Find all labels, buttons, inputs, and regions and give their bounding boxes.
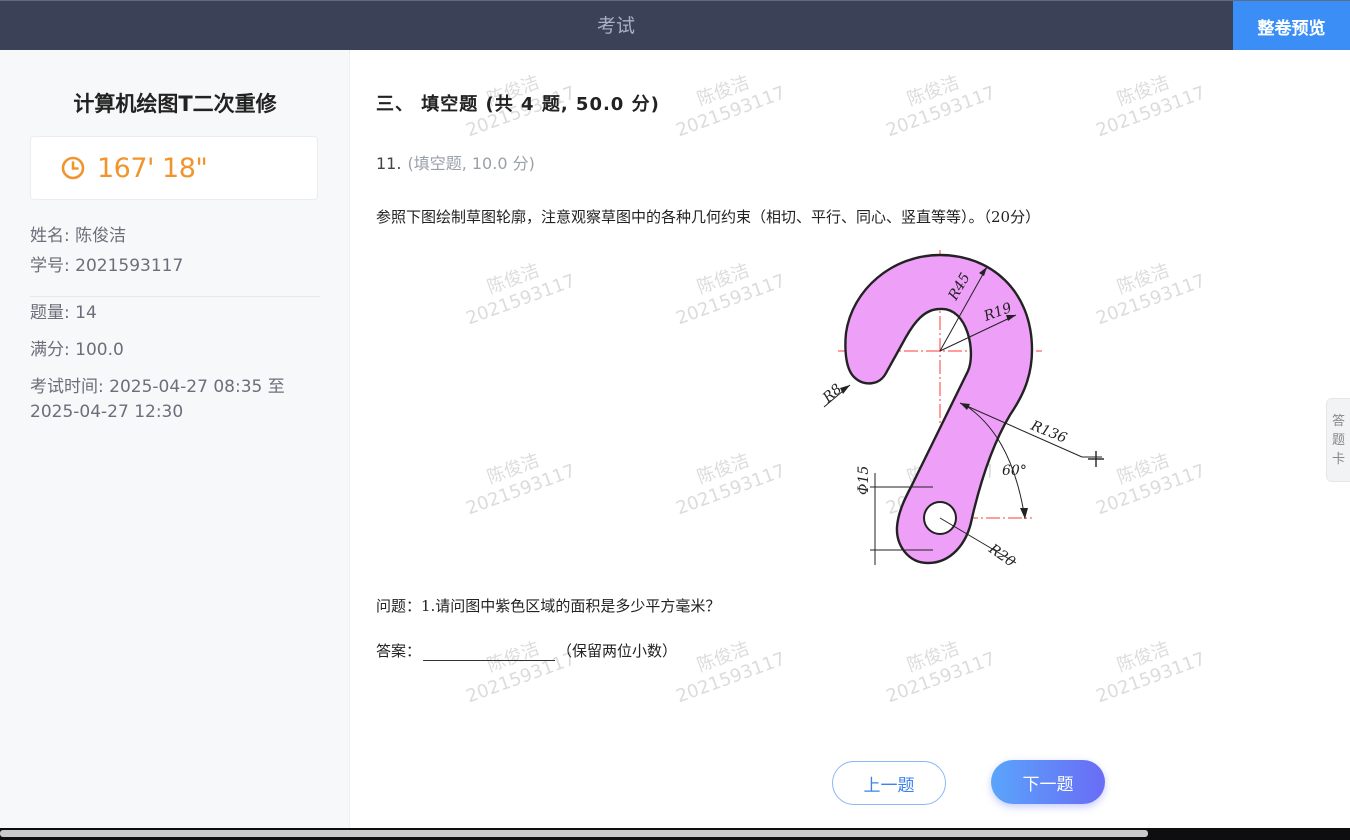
time-separator: 至 bbox=[267, 377, 285, 397]
watermark-id: 2021593117 bbox=[1093, 648, 1209, 708]
answer-prefix: 答案： bbox=[376, 642, 422, 660]
dim-r20: R20 bbox=[985, 541, 1018, 571]
answer-card-char: 题 bbox=[1331, 432, 1345, 448]
next-question-button[interactable]: 下一题 bbox=[991, 760, 1105, 804]
watermark: 陈俊洁2021593117 bbox=[666, 62, 789, 143]
watermark: 陈俊洁2021593117 bbox=[666, 250, 789, 331]
watermark-id: 2021593117 bbox=[463, 460, 579, 520]
full-score-row: 满分: 100.0 bbox=[30, 338, 320, 363]
full-score: 100.0 bbox=[75, 340, 124, 360]
exam-end-time: 2025-04-27 12:30 bbox=[30, 402, 184, 422]
course-title: 计算机绘图T二次重修 bbox=[73, 92, 277, 116]
watermark-name: 陈俊洁 bbox=[484, 450, 543, 489]
watermark-id: 2021593117 bbox=[463, 270, 579, 330]
previous-question-button[interactable]: 上一题 bbox=[832, 761, 946, 805]
watermark-id: 2021593117 bbox=[673, 270, 789, 330]
score-label: 满分: bbox=[30, 340, 70, 360]
watermark: 陈俊洁2021593117 bbox=[456, 440, 579, 521]
watermark-name: 陈俊洁 bbox=[484, 260, 543, 299]
question-meta: (填空题, 10.0 分) bbox=[407, 154, 535, 173]
clock-icon bbox=[61, 156, 85, 180]
answer-blank[interactable] bbox=[423, 642, 556, 661]
watermark-name: 陈俊洁 bbox=[904, 72, 963, 111]
horizontal-scrollbar[interactable] bbox=[0, 828, 1350, 840]
watermark-id: 2021593117 bbox=[883, 648, 999, 708]
student-id: 2021593117 bbox=[75, 256, 184, 276]
scrollbar-thumb[interactable] bbox=[0, 830, 1148, 837]
watermark-name: 陈俊洁 bbox=[694, 260, 753, 299]
timer-box: 167' 18" bbox=[30, 136, 318, 200]
student-name-row: 姓名: 陈俊洁 bbox=[30, 224, 320, 249]
watermark-id: 2021593117 bbox=[883, 82, 999, 142]
sidebar: 计算机绘图T二次重修 167' 18" 姓名: 陈俊洁 学号: 20215931… bbox=[0, 50, 350, 828]
answer-row: 答案： （保留两位小数） bbox=[376, 640, 677, 661]
question-panel: 陈俊洁 2021593117 陈俊洁 2021593117 陈俊洁 2021593117 陈… bbox=[350, 50, 1350, 828]
exam-time-row: 考试时间: 2025-04-27 08:35 至 2025-04-27 12:3… bbox=[30, 375, 320, 425]
question-header: 11. (填空题, 10.0 分) bbox=[376, 150, 535, 174]
exam-start-time: 2025-04-27 08:35 bbox=[109, 377, 263, 397]
question-number: 11. bbox=[376, 154, 402, 173]
dim-angle: 60° bbox=[1002, 463, 1027, 479]
id-label: 学号: bbox=[30, 256, 70, 276]
question-count-row: 题量: 14 bbox=[30, 301, 320, 326]
watermark: 陈俊洁2021593117 bbox=[876, 62, 999, 143]
page-title: 考试 bbox=[596, 15, 635, 37]
watermark-name: 陈俊洁 bbox=[1114, 638, 1173, 677]
watermark: 陈俊洁2021593117 bbox=[666, 628, 789, 709]
watermark-name: 陈俊洁 bbox=[694, 638, 753, 677]
watermark-id: 2021593117 bbox=[673, 460, 789, 520]
watermark-name: 陈俊洁 bbox=[694, 72, 753, 111]
section-title: 三、 填空题 (共 4 题, 50.0 分) bbox=[376, 94, 660, 115]
dim-r8: R8 bbox=[820, 381, 845, 407]
answer-card-char: 卡 bbox=[1331, 451, 1345, 467]
full-paper-preview-button[interactable]: 整卷预览 bbox=[1233, 1, 1350, 51]
watermark: 陈俊洁2021593117 bbox=[876, 628, 999, 709]
watermark-name: 陈俊洁 bbox=[1114, 72, 1173, 111]
name-label: 姓名: bbox=[30, 226, 70, 246]
answer-card-tab[interactable]: 答 题 卡 bbox=[1326, 398, 1350, 482]
dim-diameter: Φ15 bbox=[856, 466, 872, 495]
student-id-row: 学号: 2021593117 bbox=[30, 254, 320, 279]
student-name: 陈俊洁 bbox=[75, 226, 127, 246]
watermark-id: 2021593117 bbox=[673, 648, 789, 708]
watermark: 陈俊洁2021593117 bbox=[666, 440, 789, 521]
count-label: 题量: bbox=[30, 303, 70, 323]
time-label: 考试时间: bbox=[30, 377, 104, 397]
watermark-name: 陈俊洁 bbox=[694, 450, 753, 489]
top-bar: 考试 整卷预览 bbox=[0, 0, 1350, 51]
question-ask: 问题：1.请问图中紫色区域的面积是多少平方毫米？ bbox=[376, 597, 721, 615]
question-text: 参照下图绘制草图轮廓，注意观察草图中的各种几何约束（相切、平行、同心、竖直等等）… bbox=[376, 208, 1041, 226]
divider bbox=[30, 296, 320, 297]
watermark-name: 陈俊洁 bbox=[904, 638, 963, 677]
watermark: 陈俊洁2021593117 bbox=[456, 250, 579, 331]
watermark-id: 2021593117 bbox=[673, 82, 789, 142]
countdown-timer: 167' 18" bbox=[97, 152, 208, 184]
watermark-id: 2021593117 bbox=[1093, 82, 1209, 142]
hook-drawing-figure: R45 R19 R8 R136 60° Φ15 R20 bbox=[820, 250, 1104, 571]
answer-suffix: （保留两位小数） bbox=[557, 642, 678, 660]
watermark: 陈俊洁2021593117 bbox=[1086, 628, 1209, 709]
watermark: 陈俊洁2021593117 bbox=[1086, 62, 1209, 143]
question-count: 14 bbox=[75, 303, 97, 323]
answer-card-char: 答 bbox=[1331, 413, 1345, 429]
